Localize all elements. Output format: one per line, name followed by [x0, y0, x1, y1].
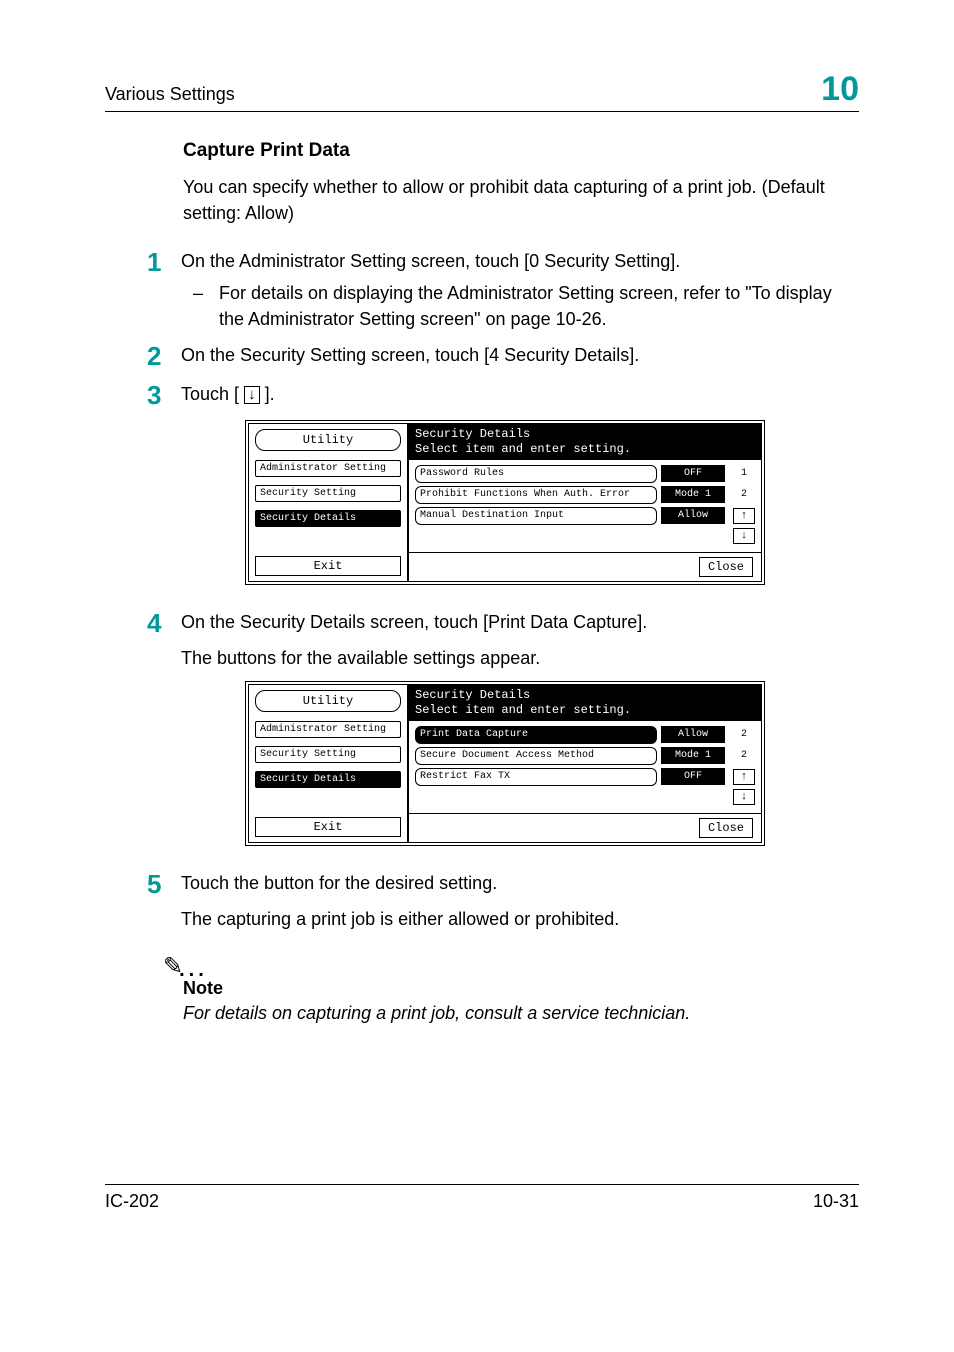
- setting-label[interactable]: Secure Document Access Method: [415, 747, 657, 765]
- section-intro: You can specify whether to allow or proh…: [183, 174, 859, 226]
- step-number: 2: [147, 342, 181, 371]
- setting-value: Allow: [661, 507, 725, 524]
- step-subtext: For details on displaying the Administra…: [219, 280, 859, 332]
- step-text: On the Security Setting screen, touch [4…: [181, 342, 859, 371]
- breadcrumb[interactable]: Administrator Setting: [255, 460, 401, 477]
- security-details-panel-2: Utility Administrator Setting Security S…: [245, 681, 765, 846]
- step-text: The capturing a print job is either allo…: [181, 906, 859, 932]
- step-1: 1 On the Administrator Setting screen, t…: [147, 248, 859, 332]
- note-heading: Note: [183, 978, 859, 999]
- step-number: 4: [147, 609, 181, 671]
- scroll-up-button[interactable]: ↑: [733, 508, 755, 524]
- step-3: 3 Touch [ ↓ ].: [147, 381, 859, 410]
- setting-value: Mode 1: [661, 486, 725, 503]
- setting-row: Print Data Capture Allow 2: [415, 726, 755, 744]
- scroll-up-button[interactable]: ↑: [733, 769, 755, 785]
- breadcrumb[interactable]: Administrator Setting: [255, 721, 401, 738]
- utility-badge[interactable]: Utility: [255, 690, 401, 712]
- panel-header: Security Details Select item and enter s…: [409, 685, 761, 721]
- setting-label[interactable]: Password Rules: [415, 465, 657, 483]
- step-number: 1: [147, 248, 181, 332]
- close-button[interactable]: Close: [699, 557, 753, 577]
- step-text-suffix: ].: [265, 384, 275, 404]
- breadcrumb[interactable]: Security Details: [255, 771, 401, 788]
- footer-left: IC-202: [105, 1191, 159, 1212]
- chapter-number: 10: [821, 70, 859, 109]
- setting-row: Manual Destination Input Allow ↑: [415, 507, 755, 525]
- down-arrow-icon: ↓: [244, 386, 260, 404]
- step-number: 3: [147, 381, 181, 410]
- setting-row: ↓: [415, 789, 755, 805]
- scroll-down-button[interactable]: ↓: [733, 789, 755, 805]
- setting-row: Restrict Fax TX OFF ↑: [415, 768, 755, 786]
- step-text: On the Security Details screen, touch [P…: [181, 609, 859, 635]
- page-indicator: 2: [733, 750, 755, 761]
- step-text: The buttons for the available settings a…: [181, 645, 859, 671]
- setting-row: Prohibit Functions When Auth. Error Mode…: [415, 486, 755, 504]
- step-number: 5: [147, 870, 181, 932]
- setting-label[interactable]: Restrict Fax TX: [415, 768, 657, 786]
- breadcrumb[interactable]: Security Details: [255, 510, 401, 527]
- setting-row: Secure Document Access Method Mode 1 2: [415, 747, 755, 765]
- step-5: 5 Touch the button for the desired setti…: [147, 870, 859, 932]
- setting-value: Allow: [661, 726, 725, 743]
- setting-label[interactable]: Manual Destination Input: [415, 507, 657, 525]
- panel-header: Security Details Select item and enter s…: [409, 424, 761, 460]
- setting-label[interactable]: Print Data Capture: [415, 726, 657, 744]
- security-details-panel-1: Utility Administrator Setting Security S…: [245, 420, 765, 585]
- setting-row: ↓: [415, 528, 755, 544]
- dash-icon: –: [193, 280, 219, 332]
- section-heading: Capture Print Data: [183, 140, 859, 162]
- setting-value: OFF: [661, 465, 725, 482]
- setting-label[interactable]: Prohibit Functions When Auth. Error: [415, 486, 657, 504]
- close-button[interactable]: Close: [699, 818, 753, 838]
- header-section-title: Various Settings: [105, 84, 235, 105]
- setting-value: OFF: [661, 768, 725, 785]
- setting-row: Password Rules OFF 1: [415, 465, 755, 483]
- exit-button[interactable]: Exit: [255, 556, 401, 576]
- step-text: Touch the button for the desired setting…: [181, 870, 859, 896]
- setting-value: Mode 1: [661, 747, 725, 764]
- footer-right: 10-31: [813, 1191, 859, 1212]
- page-indicator: 2: [733, 489, 755, 500]
- note-text: For details on capturing a print job, co…: [183, 1003, 859, 1024]
- breadcrumb[interactable]: Security Setting: [255, 746, 401, 763]
- page-indicator: 1: [733, 468, 755, 479]
- step-text: On the Administrator Setting screen, tou…: [181, 248, 859, 274]
- step-4: 4 On the Security Details screen, touch …: [147, 609, 859, 671]
- scroll-down-button[interactable]: ↓: [733, 528, 755, 544]
- page-indicator: 2: [733, 729, 755, 740]
- step-text-prefix: Touch [: [181, 384, 239, 404]
- exit-button[interactable]: Exit: [255, 817, 401, 837]
- breadcrumb[interactable]: Security Setting: [255, 485, 401, 502]
- utility-badge[interactable]: Utility: [255, 429, 401, 451]
- step-2: 2 On the Security Setting screen, touch …: [147, 342, 859, 371]
